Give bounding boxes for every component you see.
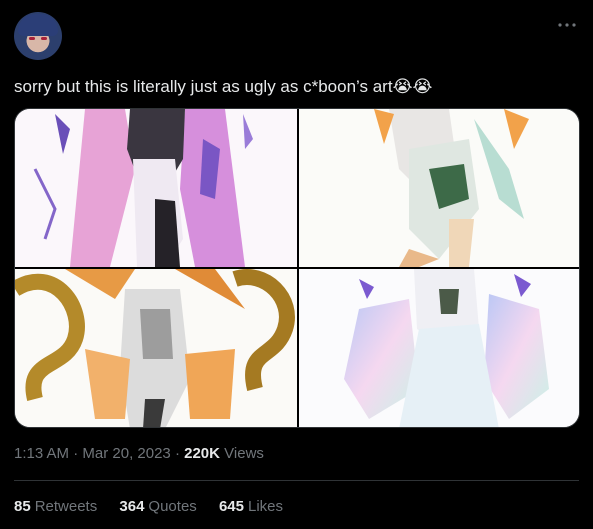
quotes-label: Quotes bbox=[148, 498, 197, 515]
likes-count: 645 bbox=[218, 498, 244, 515]
media-image-2[interactable] bbox=[299, 109, 579, 267]
quotes-stat[interactable]: 364 Quotes bbox=[119, 498, 196, 515]
tweet-date[interactable]: Mar 20, 2023 bbox=[82, 445, 170, 462]
tweet-meta: 1:13 AM · Mar 20, 2023 · 220K Views bbox=[14, 445, 264, 462]
avatar-eye-right bbox=[41, 37, 47, 40]
emoji-loudly-crying-2: 😭 bbox=[412, 77, 433, 96]
retweets-count: 85 bbox=[14, 498, 31, 515]
media-image-3[interactable] bbox=[15, 269, 297, 427]
media-image-4[interactable] bbox=[299, 269, 579, 427]
retweets-label: Retweets bbox=[34, 498, 98, 515]
avatar[interactable] bbox=[14, 12, 62, 60]
divider bbox=[14, 480, 579, 481]
views-label: Views bbox=[224, 445, 264, 462]
meta-separator: · bbox=[174, 445, 180, 462]
tweet-stats: 85 Retweets 364 Quotes 645 Likes bbox=[14, 498, 301, 515]
more-icon[interactable] bbox=[557, 16, 577, 28]
likes-label: Likes bbox=[248, 498, 284, 515]
tweet-time[interactable]: 1:13 AM bbox=[14, 445, 69, 462]
tweet-text-body: sorry but this is literally just as ugly… bbox=[14, 77, 393, 96]
views-count: 220K bbox=[184, 445, 220, 462]
emoji-loudly-crying-1: 😭 bbox=[392, 77, 413, 96]
tweet-text: sorry but this is literally just as ugly… bbox=[14, 76, 432, 98]
quotes-count: 364 bbox=[119, 498, 145, 515]
avatar-hair bbox=[18, 14, 58, 36]
tweet: sorry but this is literally just as ugly… bbox=[0, 0, 593, 529]
meta-separator: · bbox=[73, 445, 79, 462]
media-grid bbox=[14, 108, 580, 428]
more-horizontal-icon bbox=[558, 23, 576, 27]
likes-stat[interactable]: 645 Likes bbox=[219, 498, 283, 515]
avatar-eye-left bbox=[29, 37, 35, 40]
media-image-1[interactable] bbox=[15, 109, 297, 267]
retweets-stat[interactable]: 85 Retweets bbox=[14, 498, 97, 515]
